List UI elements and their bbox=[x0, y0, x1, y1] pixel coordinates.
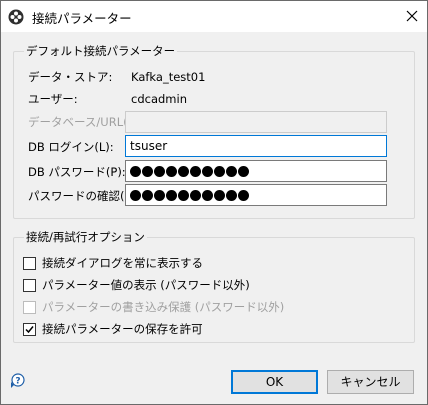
ok-button[interactable]: OK bbox=[231, 370, 318, 394]
checkbox[interactable] bbox=[23, 256, 36, 270]
title-bar: 接続パラメーター bbox=[1, 1, 427, 32]
option-write-protect-parameters: パラメーターの書き込み保護 (パスワード以外) bbox=[23, 299, 284, 315]
password-mask-dot bbox=[178, 189, 189, 201]
option-label: パラメーターの書き込み保護 (パスワード以外) bbox=[42, 300, 285, 314]
option-label: 接続ダイアログを常に表示する bbox=[42, 256, 203, 270]
password-mask-dot bbox=[214, 165, 225, 177]
password-mask-dot bbox=[202, 165, 213, 177]
db-password-label: DB パスワード(P): bbox=[28, 165, 126, 179]
password-mask-dot bbox=[190, 189, 201, 201]
close-icon bbox=[406, 10, 418, 22]
retry-options-group-title: 接続/再試行オプション bbox=[24, 229, 147, 245]
option-allow-save-parameters[interactable]: 接続パラメーターの保存を許可 bbox=[23, 321, 203, 337]
help-icon[interactable]: ? bbox=[9, 373, 25, 389]
password-mask-dot bbox=[178, 165, 189, 177]
dialog-title: 接続パラメーター bbox=[32, 11, 132, 26]
option-label: 接続パラメーターの保存を許可 bbox=[42, 322, 203, 336]
password-mask-dot bbox=[226, 165, 237, 177]
db-login-label: DB ログイン(L): bbox=[28, 140, 114, 154]
password-mask-dot bbox=[214, 189, 225, 201]
connection-icon bbox=[8, 9, 24, 25]
password-mask-dot bbox=[190, 165, 201, 177]
password-mask-dot bbox=[142, 165, 153, 177]
user-value: cdcadmin bbox=[131, 92, 187, 106]
option-show-parameter-values[interactable]: パラメーター値の表示 (パスワード以外) bbox=[23, 277, 250, 293]
password-mask-dot bbox=[202, 189, 213, 201]
db-login-field[interactable]: tsuser bbox=[125, 135, 387, 157]
db-login-value: tsuser bbox=[130, 139, 168, 153]
confirm-password-mask bbox=[130, 185, 382, 205]
db-password-mask bbox=[130, 161, 382, 181]
password-mask-dot bbox=[166, 189, 177, 201]
password-mask-dot bbox=[226, 189, 237, 201]
password-mask-dot bbox=[130, 189, 141, 201]
password-mask-dot bbox=[154, 189, 165, 201]
checkbox bbox=[23, 300, 36, 314]
password-mask-dot bbox=[166, 165, 177, 177]
datastore-value: Kafka_test01 bbox=[131, 70, 206, 84]
close-button[interactable] bbox=[397, 1, 427, 31]
checkbox[interactable] bbox=[23, 278, 36, 292]
confirm-password-field[interactable] bbox=[125, 184, 387, 206]
password-mask-dot bbox=[142, 189, 153, 201]
option-label: パラメーター値の表示 (パスワード以外) bbox=[42, 278, 250, 292]
password-mask-dot bbox=[130, 165, 141, 177]
svg-text:?: ? bbox=[15, 377, 20, 387]
option-always-show-dialog[interactable]: 接続ダイアログを常に表示する bbox=[23, 255, 203, 271]
user-label: ユーザー: bbox=[28, 92, 78, 106]
connection-parameters-dialog: 接続パラメーター デフォルト接続パラメーター データ・ストア: Kafka_te… bbox=[0, 0, 428, 405]
db-password-field[interactable] bbox=[125, 160, 387, 182]
confirm-password-label: パスワードの確認(C): bbox=[28, 189, 141, 203]
default-connection-group-title: デフォルト接続パラメーター bbox=[24, 43, 178, 59]
checkmark-icon bbox=[25, 325, 34, 333]
password-mask-dot bbox=[154, 165, 165, 177]
datastore-label: データ・ストア: bbox=[28, 70, 113, 84]
password-mask-dot bbox=[238, 165, 249, 177]
database-url-field[interactable] bbox=[125, 111, 387, 133]
checkbox[interactable] bbox=[23, 322, 36, 336]
cancel-button[interactable]: キャンセル bbox=[327, 370, 414, 394]
password-mask-dot bbox=[238, 189, 249, 201]
